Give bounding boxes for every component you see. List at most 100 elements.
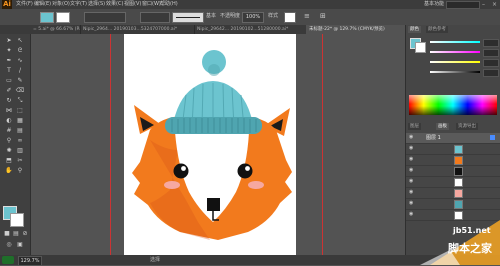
eyedropper-tool-icon[interactable]: ⚲ [4,136,14,145]
layer-row[interactable]: ◉ [406,144,500,155]
none-mode-icon[interactable]: ⊘ [20,229,30,238]
mesh-tool-icon[interactable]: # [4,126,14,135]
pen-tool-icon[interactable]: ✒ [4,56,14,65]
menu-effect[interactable]: 效果(C) [106,0,123,9]
tab-document-1[interactable]: = 5.ai* @ 66.67% (RGB/... [30,25,81,34]
visibility-eye-icon[interactable]: ◉ [409,190,414,195]
gradient-tool-icon[interactable]: ▤ [15,126,25,135]
tab-document-2[interactable]: Nipic_2964... 20190103...5324707000.ai* [80,25,195,34]
tab-asset-export[interactable]: 资源导出 [456,123,478,130]
rotate-tool-icon[interactable]: ↻ [4,96,14,105]
lasso-tool-icon[interactable]: ᘓ [15,46,25,55]
menu-edit[interactable]: 编辑(E) [34,0,51,9]
slice-tool-icon[interactable]: ✂ [15,156,25,165]
fox-illustration[interactable] [124,34,296,255]
tab-document-3[interactable]: Nipic_29642... 20190102...51280000.ai* [194,25,307,34]
minimize-icon[interactable]: – [482,0,485,9]
app-logo: Ai [2,0,12,9]
transform-icon[interactable]: ⊞ [320,12,330,21]
layer-row-top[interactable]: ◉ 图层 1 [406,133,500,144]
selection-tool-icon[interactable]: ➤ [4,36,14,45]
visibility-eye-icon[interactable]: ◉ [409,179,414,184]
zoom-tool-icon[interactable]: ⚲ [15,166,25,175]
stroke-weight-field[interactable] [84,12,126,23]
menu-window[interactable]: 窗口(W) [142,0,161,9]
artboard-tool-icon[interactable]: ⬒ [4,156,14,165]
visibility-eye-icon[interactable]: ◉ [409,201,414,206]
rectangle-tool-icon[interactable]: ▭ [4,76,14,85]
cyan-slider[interactable] [430,41,480,43]
tab-layers[interactable]: 图层 [408,123,421,130]
perspective-grid-tool-icon[interactable]: ▦ [15,116,25,125]
close-icon[interactable]: × [492,0,497,9]
workspace-switcher[interactable]: 基本功能 [424,0,444,9]
graphic-style-swatch[interactable] [284,12,296,23]
fox-right-cheek [248,181,264,189]
cyan-value[interactable] [483,39,499,47]
variable-width-dropdown[interactable] [140,12,170,23]
magenta-value[interactable] [483,49,499,57]
eraser-tool-icon[interactable]: ⌫ [15,86,25,95]
blend-tool-icon[interactable]: ∞ [15,136,25,145]
style-label: 基本 [206,13,217,19]
menu-help[interactable]: 帮助(H) [160,0,178,9]
fill-color-swatch[interactable] [40,12,54,23]
layer-row[interactable]: ◉ [406,188,500,199]
menu-type[interactable]: 文字(T) [70,0,87,9]
free-transform-tool-icon[interactable]: ⬚ [15,106,25,115]
visibility-eye-icon[interactable]: ◉ [409,135,414,140]
draw-mode-icon[interactable]: ◎ [4,240,14,249]
type-tool-icon[interactable]: T [4,66,14,75]
symbol-sprayer-tool-icon[interactable]: ✺ [4,146,14,155]
fox-left-eye-shine [181,166,186,171]
menu-file[interactable]: 文件(F) [16,0,33,9]
brush-definition-dropdown[interactable] [172,12,204,23]
tab-document-active[interactable]: 未标题-22* @ 129.7% (CMYK/预览) [306,25,406,34]
fox-right-eye [237,163,253,179]
curvature-tool-icon[interactable]: ∿ [15,56,25,65]
fox-left-cheek [164,181,180,189]
color-spectrum[interactable] [409,95,497,115]
layer-row[interactable]: ◉ [406,155,500,166]
hand-tool-icon[interactable]: ✋ [4,166,14,175]
opacity-field[interactable]: 100% [242,12,264,23]
width-tool-icon[interactable]: ⋈ [4,106,14,115]
search-field[interactable] [446,1,480,9]
tab-color[interactable]: 颜色 [408,26,421,33]
tab-artboards[interactable]: 画板 [436,123,449,130]
visibility-eye-icon[interactable]: ◉ [409,168,414,173]
scale-tool-icon[interactable]: ⤡ [15,96,25,105]
menu-select[interactable]: 选择(S) [88,0,105,9]
layer-row[interactable]: ◉ [406,166,500,177]
layer-name: 图层 1 [426,135,441,141]
magenta-slider[interactable] [430,51,480,53]
shape-builder-tool-icon[interactable]: ◐ [4,116,14,125]
direct-selection-tool-icon[interactable]: ↖ [15,36,25,45]
visibility-eye-icon[interactable]: ◉ [409,157,414,162]
tab-color-guide[interactable]: 颜色参考 [426,26,448,33]
yellow-slider[interactable] [430,61,480,63]
visibility-eye-icon[interactable]: ◉ [409,146,414,151]
stroke-swatch[interactable] [10,213,24,227]
line-tool-icon[interactable]: / [15,66,25,75]
fox-right-eye-shine [245,166,250,171]
magic-wand-tool-icon[interactable]: ✦ [4,46,14,55]
visibility-eye-icon[interactable]: ◉ [409,212,414,217]
layer-row[interactable]: ◉ [406,199,500,210]
align-icon[interactable]: ≡ [304,12,314,21]
black-value[interactable] [483,69,499,77]
panel-stroke-swatch[interactable] [415,42,426,53]
menu-object[interactable]: 对象(O) [52,0,70,9]
paintbrush-tool-icon[interactable]: ✎ [15,76,25,85]
taskbar-app-icon[interactable] [2,256,14,264]
menu-view[interactable]: 视图(V) [124,0,141,9]
column-graph-tool-icon[interactable]: ▥ [15,146,25,155]
yellow-value[interactable] [483,59,499,67]
black-slider[interactable] [430,71,480,73]
layer-row[interactable]: ◉ [406,177,500,188]
shaper-tool-icon[interactable]: ✐ [4,86,14,95]
layer-thumbnail [454,145,463,154]
layer-thumbnail [454,167,463,176]
screen-mode-icon[interactable]: ▣ [15,240,25,249]
stroke-color-swatch[interactable] [56,12,70,23]
